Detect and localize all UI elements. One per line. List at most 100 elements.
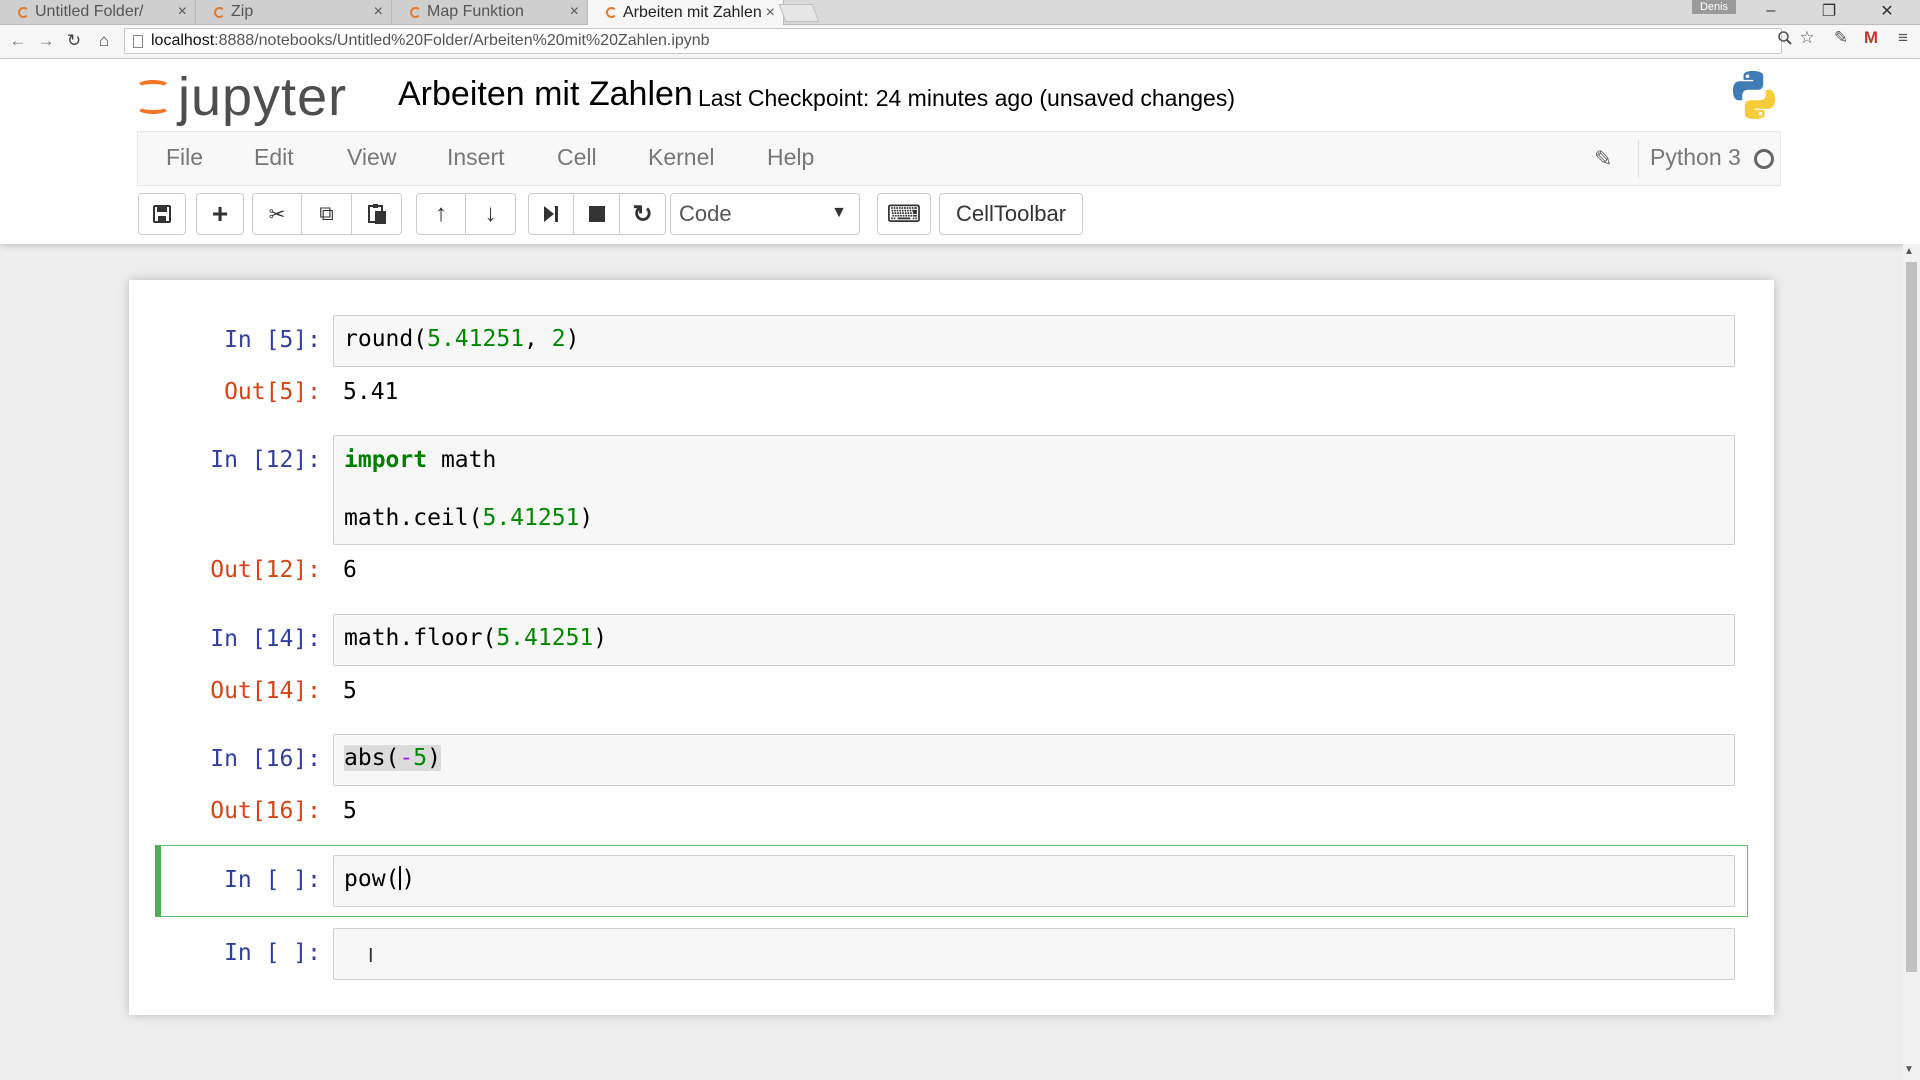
menu-file[interactable]: File — [166, 144, 203, 171]
browser-menu-icon[interactable]: ≡ — [1892, 27, 1914, 49]
tab-close-icon[interactable]: × — [178, 3, 187, 21]
tab-map-funktion[interactable]: Map Funktion × — [392, 0, 588, 24]
extension-icon[interactable]: ✎ — [1830, 27, 1852, 49]
run-cell-button[interactable] — [528, 193, 574, 235]
cell-input-editor[interactable]: round(5.41251, 2) — [333, 315, 1735, 367]
cut-button[interactable]: ✂ — [252, 193, 302, 235]
zoom-icon[interactable] — [1774, 27, 1796, 49]
address-bar-row: ← → ↻ ⌂ localhost:8888/notebooks/Untitle… — [0, 25, 1920, 59]
code-cell[interactable]: In [14]: math.floor(5.41251) Out[14]: 5 — [155, 614, 1742, 714]
new-tab-button[interactable] — [778, 4, 820, 22]
scroll-down-icon[interactable]: ▼ — [1904, 1064, 1914, 1075]
code-token: abs( — [344, 745, 400, 771]
home-icon[interactable]: ⌂ — [92, 29, 116, 53]
menu-help[interactable]: Help — [767, 144, 814, 171]
code-line: import math — [344, 446, 1724, 475]
step-forward-icon — [544, 206, 558, 222]
code-token: ) — [401, 866, 416, 892]
tab-close-icon[interactable]: × — [570, 3, 579, 21]
kernel-idle-indicator-icon — [1754, 149, 1774, 169]
cell-input-editor[interactable]: abs(-5) — [333, 734, 1735, 786]
tab-close-icon[interactable]: × — [766, 4, 775, 22]
code-cell[interactable]: In [ ]: — [155, 928, 1742, 980]
output-prompt: Out[14]: — [210, 678, 321, 704]
menu-kernel[interactable]: Kernel — [648, 144, 714, 171]
move-cell-down-button[interactable]: ↓ — [466, 193, 516, 235]
cell-input-editor[interactable] — [333, 928, 1735, 980]
jupyter-header: jupyter Arbeiten mit Zahlen Last Checkpo… — [0, 59, 1920, 244]
command-palette-button[interactable]: ⌨ — [877, 193, 931, 235]
menu-bar: File Edit View Insert Cell Kernel Help ✎… — [137, 131, 1781, 186]
mouse-ibeam-cursor-icon: I — [368, 945, 374, 967]
cell-type-value: Code — [679, 201, 732, 226]
menu-cell[interactable]: Cell — [557, 144, 597, 171]
url-host: localhost — [151, 32, 215, 49]
url-input[interactable]: localhost:8888/notebooks/Untitled%20Fold… — [124, 28, 1782, 54]
tab-zip[interactable]: Zip × — [196, 0, 392, 24]
code-token: 5.41251 — [496, 625, 594, 651]
minimize-icon[interactable]: – — [1748, 0, 1794, 22]
code-token: 5 — [413, 745, 428, 771]
cell-input-editor[interactable]: pow() — [333, 855, 1735, 907]
close-window-icon[interactable]: ✕ — [1864, 0, 1910, 22]
input-prompt: In [ ]: — [224, 940, 321, 966]
insert-cell-button[interactable]: + — [196, 193, 244, 235]
menu-view[interactable]: View — [347, 144, 396, 171]
save-button[interactable] — [138, 193, 186, 235]
tab-label: Zip — [231, 3, 254, 20]
restart-kernel-button[interactable]: ↻ — [620, 193, 666, 235]
menu-insert[interactable]: Insert — [447, 144, 505, 171]
code-cell[interactable]: In [12]: import math math.ceil(5.41251) O… — [155, 435, 1742, 585]
menu-divider — [1638, 140, 1639, 178]
input-prompt: In [14]: — [210, 626, 321, 652]
cell-type-select[interactable]: Code ▼ — [670, 193, 860, 235]
restore-icon[interactable]: ❐ — [1806, 0, 1852, 22]
code-token: - — [399, 745, 414, 771]
code-token: ) — [593, 625, 608, 651]
scroll-up-icon[interactable]: ▲ — [1904, 246, 1914, 257]
tab-untitled-folder[interactable]: Untitled Folder/ × — [0, 0, 196, 24]
code-cell[interactable]: In [16]: abs(-5) Out[16]: 5 — [155, 734, 1742, 834]
notebook-title[interactable]: Arbeiten mit Zahlen — [398, 75, 693, 114]
reload-icon[interactable]: ↻ — [62, 29, 86, 53]
bookmark-star-icon[interactable]: ☆ — [1796, 27, 1818, 49]
cell-input-editor[interactable]: math.floor(5.41251) — [333, 614, 1735, 666]
paste-button[interactable] — [352, 193, 402, 235]
jupyter-wordmark: jupyter — [178, 67, 348, 127]
tab-close-icon[interactable]: × — [374, 3, 383, 21]
gmail-icon[interactable]: M — [1860, 27, 1882, 49]
jupyter-logo[interactable]: jupyter — [136, 67, 347, 127]
code-token: 5.41251 — [427, 326, 525, 352]
code-token: ) — [427, 745, 441, 771]
code-token: math — [427, 447, 497, 473]
move-cell-up-button[interactable]: ↑ — [416, 193, 466, 235]
code-token: 2 — [551, 326, 566, 352]
cell-output: 5 — [343, 798, 357, 824]
code-token: 5.41251 — [482, 505, 580, 531]
back-icon[interactable]: ← — [6, 29, 30, 53]
input-prompt: In [12]: — [210, 447, 321, 473]
code-token: math.floor( — [344, 625, 497, 651]
cell-output: 5.41 — [343, 379, 399, 405]
code-cell-selected[interactable]: In [ ]: pow() — [155, 845, 1748, 917]
tab-label: Map Funktion — [427, 3, 524, 20]
jupyter-orb-icon — [136, 80, 170, 114]
code-cell[interactable]: In [5]: round(5.41251, 2) Out[5]: 5.41 — [155, 315, 1742, 415]
forward-icon[interactable]: → — [34, 29, 58, 53]
copy-button[interactable]: ⧉ — [302, 193, 352, 235]
code-token: math.ceil( — [344, 505, 483, 531]
python-logo-icon — [1733, 71, 1775, 119]
interrupt-kernel-button[interactable] — [574, 193, 620, 235]
profile-badge[interactable]: Denis — [1692, 0, 1736, 14]
bracket-highlight: abs(-5) — [344, 745, 441, 771]
celltoolbar-button[interactable]: CellToolbar — [939, 193, 1083, 235]
menu-edit[interactable]: Edit — [254, 144, 294, 171]
scrollbar-thumb[interactable] — [1906, 262, 1917, 972]
input-prompt: In [16]: — [210, 746, 321, 772]
tab-arbeiten-mit-zahlen[interactable]: Arbeiten mit Zahlen × — [588, 0, 784, 25]
page-icon — [133, 34, 143, 48]
loading-icon — [606, 7, 617, 18]
cell-input-editor[interactable]: import math math.ceil(5.41251) — [333, 435, 1735, 545]
kernel-name[interactable]: Python 3 — [1650, 144, 1741, 171]
